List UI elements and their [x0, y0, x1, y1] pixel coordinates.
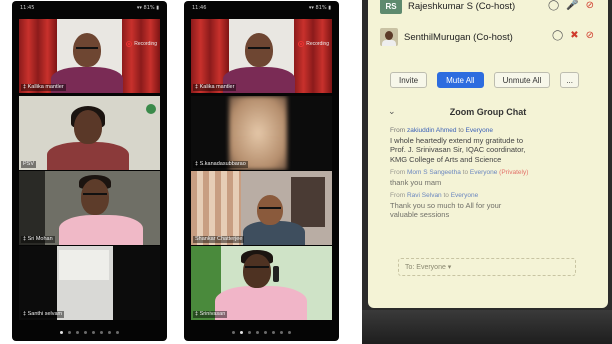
chat-message: From Mom S Sangeetha to Everyone (Privat…: [390, 168, 590, 187]
recipient-name: Everyone: [450, 192, 479, 199]
record-icon: [126, 41, 133, 47]
video-tile-active-speaker[interactable]: ‡ Srinivasan: [191, 246, 332, 320]
mic-icon[interactable]: 🎤: [566, 0, 578, 11]
video-feed: [19, 246, 160, 320]
photo-collage: 11:45 ▾▾ 81% ▮ Recording ‡ Kallika mantl…: [0, 0, 612, 344]
sender-name: Ravi Selvan: [406, 192, 442, 199]
chat-message: From zakiuddin Ahmed to Everyone I whole…: [390, 126, 590, 164]
status-indicators: ▾▾ 81% ▮: [308, 5, 331, 11]
sender-name: zakiuddin Ahmed: [406, 127, 457, 134]
participant-name: ‡ Sri Mohan: [21, 236, 55, 243]
status-time: 11:45: [20, 5, 35, 11]
video-tile-active-speaker[interactable]: PSV: [19, 96, 160, 170]
zoom-participants-panel: RS Rajeshkumar S (Co-host) ◯ 🎤 ⊘ Senthil…: [368, 0, 608, 308]
message-line: I whole heartedly extend my gratitude to: [390, 135, 523, 145]
video-tile[interactable]: ‡ Sri Mohan: [19, 171, 160, 245]
video-feed: [19, 171, 160, 245]
participant-name: PSV: [21, 161, 37, 168]
from-label: From: [390, 127, 406, 134]
chat-message: From Ravi Selvan to Everyone Thank you s…: [390, 191, 590, 220]
video-tile[interactable]: Shankar Chatterjee: [191, 171, 332, 245]
phone-status-bar: 11:46 ▾▾ 81% ▮: [184, 1, 339, 15]
recipient-name: Everyone: [469, 169, 498, 176]
phone-screen-left: 11:45 ▾▾ 81% ▮ Recording ‡ Kallika mantl…: [12, 1, 167, 341]
participant-actions: Invite Mute All Unmute All ...: [390, 72, 579, 88]
to-label: to: [443, 192, 449, 199]
video-feed: [19, 19, 160, 93]
video-tile[interactable]: Recording ‡ Kalika mantler: [191, 19, 332, 93]
sender-name: Mom S Sangeetha: [406, 169, 461, 176]
recording-indicator: Recording: [126, 41, 157, 47]
video-tile[interactable]: ‡ Santhi selvam: [19, 246, 160, 320]
video-off-icon[interactable]: ◯: [548, 0, 559, 11]
status-time: 11:46: [192, 5, 207, 11]
video-tile[interactable]: ‡ S.kanadasubbarao: [191, 96, 332, 170]
chat-messages: From zakiuddin Ahmed to Everyone I whole…: [390, 126, 590, 224]
participant-name: Shankar Chatterjee: [193, 236, 245, 243]
from-label: From: [390, 169, 406, 176]
participant-row[interactable]: SenthilMurugan (Co-host): [380, 28, 513, 46]
status-indicators: ▾▾ 81% ▮: [136, 5, 159, 11]
recording-indicator: Recording: [298, 41, 329, 47]
message-line: valuable sessions: [390, 210, 450, 219]
message-line: Prof. J. Srinivasan Sir, IQAC coordinato…: [390, 145, 526, 154]
more-button[interactable]: ...: [560, 72, 579, 88]
page-indicator[interactable]: [12, 331, 167, 334]
avatar: [380, 28, 398, 46]
participant-name: SenthilMurugan (Co-host): [404, 31, 513, 43]
phone-status-bar: 11:45 ▾▾ 81% ▮: [12, 1, 167, 15]
mute-all-button[interactable]: Mute All: [437, 72, 484, 88]
message-header: From Mom S Sangeetha to Everyone (Privat…: [390, 168, 590, 178]
participant-name: ‡ Kalika mantler: [193, 84, 237, 91]
mic-muted-icon[interactable]: ✖: [570, 30, 578, 41]
record-icon: [298, 41, 305, 47]
message-line: thank you mam: [390, 177, 442, 187]
video-feed: [191, 171, 332, 245]
participant-name: ‡ Kallika mantler: [21, 84, 66, 91]
participant-name: ‡ Srinivasan: [193, 311, 228, 318]
video-off-icon[interactable]: ◯: [552, 30, 563, 41]
message-header: From Ravi Selvan to Everyone: [390, 191, 590, 201]
video-off-icon[interactable]: ⊘: [586, 0, 594, 11]
to-label: to: [458, 127, 464, 134]
participant-controls: ◯ ✖ ⊘: [552, 30, 594, 41]
video-feed: [19, 96, 160, 170]
from-label: From: [390, 192, 406, 199]
video-tile[interactable]: Recording ‡ Kallika mantler: [19, 19, 160, 93]
laptop-bezel: [362, 310, 612, 344]
message-line: KMG College of Arts and Science: [390, 154, 502, 164]
video-feed: [191, 96, 332, 170]
unmute-all-button[interactable]: Unmute All: [493, 72, 551, 88]
avatar: RS: [380, 0, 402, 14]
message-header: From zakiuddin Ahmed to Everyone: [390, 126, 590, 136]
participant-name: ‡ Santhi selvam: [21, 311, 65, 318]
recording-label: Recording: [134, 41, 157, 47]
video-feed: [191, 19, 332, 93]
recording-label: Recording: [306, 41, 329, 47]
recipient-name: Everyone: [465, 127, 494, 134]
video-off-icon[interactable]: ⊘: [586, 30, 594, 41]
page-indicator[interactable]: [184, 331, 339, 334]
participant-name: ‡ S.kanadasubbarao: [193, 161, 248, 168]
phone-screen-right: 11:46 ▾▾ 81% ▮ Recording ‡ Kalika mantle…: [184, 1, 339, 341]
chat-input[interactable]: To: Everyone ▾: [398, 258, 576, 276]
participant-row[interactable]: RS Rajeshkumar S (Co-host): [380, 0, 515, 14]
participant-controls: ◯ 🎤 ⊘: [548, 0, 594, 11]
invite-button[interactable]: Invite: [390, 72, 428, 88]
chat-title: Zoom Group Chat: [449, 107, 527, 117]
video-feed: [191, 246, 332, 320]
private-tag: (Privately): [499, 169, 529, 176]
to-label: to: [462, 169, 469, 176]
participant-name: Rajeshkumar S (Co-host): [408, 0, 516, 12]
laptop-photo: RS Rajeshkumar S (Co-host) ◯ 🎤 ⊘ Senthil…: [362, 0, 612, 344]
message-line: Thank you so much to All for your: [390, 200, 502, 210]
